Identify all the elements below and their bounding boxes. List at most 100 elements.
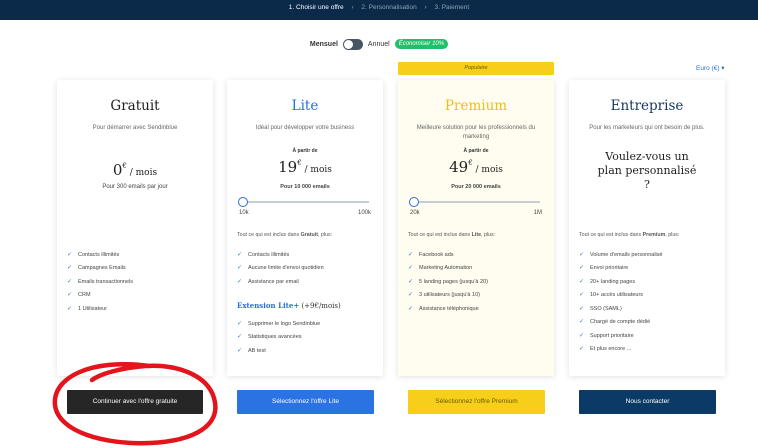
list-item: ✓ CRM bbox=[67, 289, 209, 303]
email-volume-slider[interactable] bbox=[238, 197, 369, 207]
feature-list: ✓ Volume d'emails personnalisé ✓ Envoi pri… bbox=[579, 248, 721, 356]
save-badge: Économiser 10% bbox=[394, 39, 449, 49]
slider-track bbox=[412, 201, 540, 203]
step-payment[interactable]: 3. Paiement bbox=[435, 4, 470, 11]
feature-list: ✓ Contacts illimités ✓ Campagnes Emails ✓ E… bbox=[67, 248, 209, 316]
list-item: ✓ Campagnes Emails bbox=[67, 262, 209, 276]
plan-subtitle: Pour démarrer avec Sendinblue bbox=[92, 125, 178, 131]
list-item: ✓ Statistiques avancées bbox=[237, 331, 379, 345]
check-icon: ✓ bbox=[579, 346, 585, 353]
price-amount: 0 bbox=[112, 161, 123, 179]
feature-list: ✓ Contacts illimités ✓ Aucune limite d'env… bbox=[237, 248, 379, 289]
slider-range-labels: 10k 100k bbox=[239, 210, 371, 216]
plan-price: 49€ / mois bbox=[398, 157, 554, 176]
check-icon: ✓ bbox=[579, 265, 585, 272]
list-item: ✓ 20+ landing pages bbox=[579, 275, 721, 289]
check-icon: ✓ bbox=[237, 320, 243, 327]
feature-label: 1 Utilisateur bbox=[78, 305, 108, 312]
custom-plan-line: ? bbox=[644, 178, 650, 191]
list-item: ✓ AB test bbox=[237, 344, 379, 358]
feature-label: Support prioritaire bbox=[590, 332, 634, 339]
plan-title: Lite bbox=[291, 98, 319, 114]
step-choose-offer[interactable]: 1. Choisir une offre bbox=[289, 4, 344, 11]
feature-list: ✓ Facebook ads ✓ Marketing Automation ✓ 5 l… bbox=[408, 248, 550, 316]
plan-email-quota: Pour 10 000 emails bbox=[280, 184, 330, 190]
included-suffix: , plus: bbox=[665, 232, 680, 238]
list-item: ✓ Support prioritaire bbox=[579, 329, 721, 343]
slider-min-label: 10k bbox=[239, 210, 249, 216]
feature-label: SSO (SAML) bbox=[590, 305, 622, 312]
currency-select[interactable]: Euro (€) ▾ bbox=[696, 64, 725, 72]
check-icon: ✓ bbox=[408, 292, 414, 299]
plan-subtitle: Idéal pour développer votre business bbox=[255, 125, 355, 131]
feature-label: Contacts illimités bbox=[78, 251, 120, 258]
list-item: ✓ Aucune limite d'envoi quotidien bbox=[237, 262, 379, 276]
plan-price: 19€ / mois bbox=[227, 157, 383, 176]
chevron-right-icon: › bbox=[351, 4, 354, 11]
check-icon: ✓ bbox=[237, 278, 243, 285]
included-note: Tout ce qui est inclus dans Lite, plus: bbox=[408, 232, 548, 238]
price-amount: 49 bbox=[449, 158, 469, 176]
check-icon: ✓ bbox=[579, 292, 585, 299]
included-prefix: Tout ce qui est inclus dans bbox=[408, 232, 472, 238]
plan-title: Premium bbox=[444, 98, 508, 114]
check-icon: ✓ bbox=[579, 305, 585, 312]
feature-label: 20+ landing pages bbox=[590, 278, 636, 285]
billing-annual-label[interactable]: Annuel bbox=[368, 41, 390, 48]
feature-label: AB test bbox=[248, 347, 266, 354]
check-icon: ✓ bbox=[408, 278, 414, 285]
check-icon: ✓ bbox=[579, 278, 585, 285]
included-plan-name: Premium bbox=[642, 232, 666, 238]
list-item: ✓ Emails transactionnels bbox=[67, 275, 209, 289]
feature-label: Marketing Automation bbox=[419, 265, 473, 272]
slider-track bbox=[241, 201, 369, 203]
check-icon: ✓ bbox=[67, 292, 73, 299]
price-period: / mois bbox=[301, 165, 332, 175]
email-volume-slider[interactable] bbox=[409, 197, 540, 207]
select-lite-button[interactable]: Sélectionnez l'offre Lite bbox=[237, 390, 374, 414]
custom-plan-line: plan personnalisé bbox=[597, 164, 697, 177]
feature-label: Campagnes Emails bbox=[78, 265, 126, 272]
feature-label: Contacts illimités bbox=[248, 251, 290, 258]
list-item: ✓ Supprimer le logo Sendinblue bbox=[237, 317, 379, 331]
billing-toggle-switch[interactable] bbox=[342, 38, 363, 50]
slider-thumb[interactable] bbox=[409, 197, 419, 207]
list-item: ✓ 10+ accès utilisateurs bbox=[579, 289, 721, 303]
check-icon: ✓ bbox=[408, 265, 414, 272]
plan-card-enterprise: Entreprise Pour les marketeurs qui ont b… bbox=[569, 80, 725, 376]
custom-plan-headline: Voulez-vous un plan personnalisé ? bbox=[569, 150, 725, 192]
step-personalisation[interactable]: 2. Personnalisation bbox=[361, 4, 416, 11]
billing-monthly-label[interactable]: Mensuel bbox=[310, 41, 338, 48]
check-icon: ✓ bbox=[579, 332, 585, 339]
billing-toggle-row: Mensuel Annuel Économiser 10% bbox=[0, 38, 758, 50]
checkout-steps-bar: 1. Choisir une offre › 2. Personnalisati… bbox=[0, 0, 758, 20]
check-icon: ✓ bbox=[67, 265, 73, 272]
feature-label: Emails transactionnels bbox=[78, 278, 134, 285]
list-item: ✓ Volume d'emails personnalisé bbox=[579, 248, 721, 262]
plan-title: Entreprise bbox=[610, 98, 684, 114]
included-prefix: Tout ce qui est inclus dans bbox=[579, 232, 643, 238]
check-icon: ✓ bbox=[579, 319, 585, 326]
contact-us-button[interactable]: Nous contacter bbox=[579, 390, 716, 414]
check-icon: ✓ bbox=[237, 334, 243, 341]
list-item: ✓ Facebook ads bbox=[408, 248, 550, 262]
feature-label: 10+ accès utilisateurs bbox=[590, 292, 644, 299]
chevron-right-icon: › bbox=[424, 4, 427, 11]
slider-thumb[interactable] bbox=[238, 197, 248, 207]
feature-label: Envoi prioritaire bbox=[590, 265, 629, 272]
check-icon: ✓ bbox=[408, 305, 414, 312]
plan-subtitle: Pour les marketeurs qui ont besoin de pl… bbox=[589, 125, 705, 131]
continue-free-button[interactable]: Continuer avec l'offre gratuite bbox=[67, 390, 203, 414]
included-plan-name: Gratuit bbox=[300, 232, 318, 238]
plan-email-quota: Pour 300 emails par jour bbox=[102, 184, 168, 190]
feature-label: Assistance téléphonique bbox=[419, 305, 479, 312]
list-item: ✓ 3 utilisateurs (jusqu'à 10) bbox=[408, 289, 550, 303]
feature-label: Chargé de compte dédié bbox=[590, 319, 651, 326]
select-premium-button[interactable]: Sélectionnez l'offre Premium bbox=[408, 390, 545, 414]
list-item: ✓ Contacts illimités bbox=[67, 248, 209, 262]
extension-name: Extension Lite+ bbox=[237, 301, 300, 310]
list-item: ✓ Marketing Automation bbox=[408, 262, 550, 276]
included-suffix: , plus: bbox=[481, 232, 496, 238]
popular-banner: Populaire bbox=[398, 62, 554, 75]
check-icon: ✓ bbox=[408, 251, 414, 258]
